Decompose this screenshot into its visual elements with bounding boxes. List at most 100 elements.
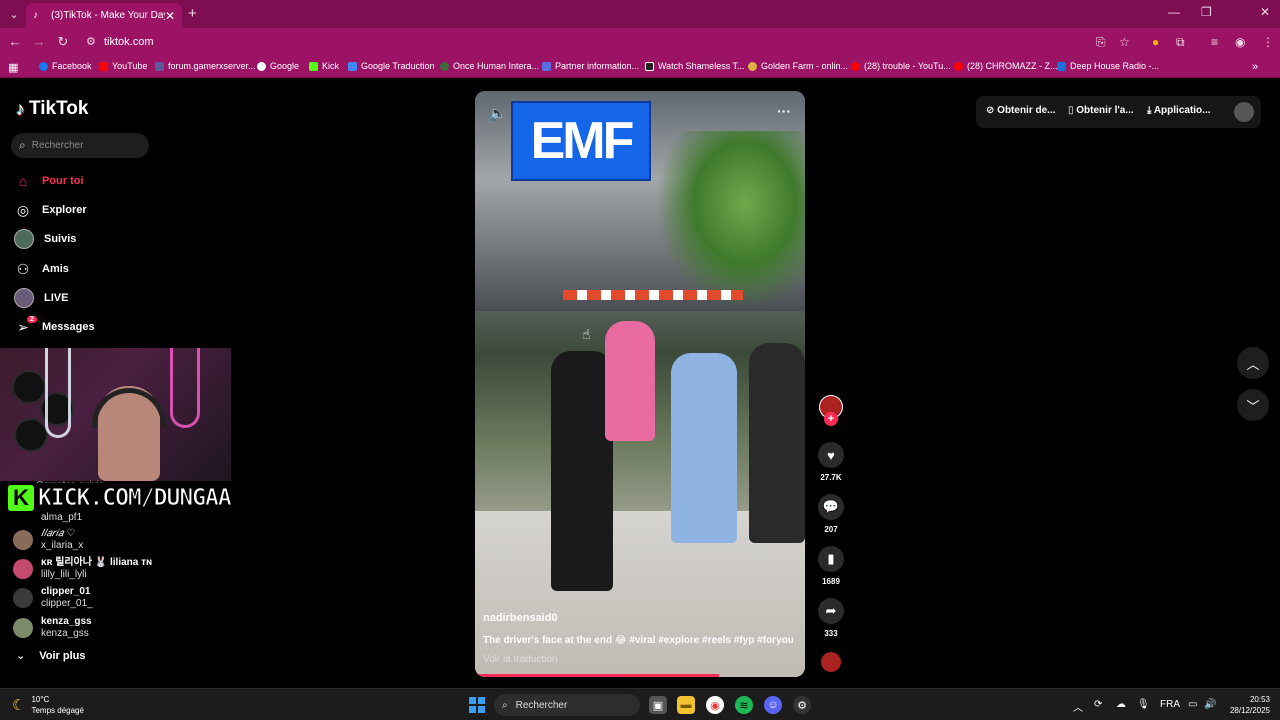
chrome-icon[interactable]: ◉ <box>706 696 724 714</box>
more-options-icon[interactable]: ··· <box>777 103 791 119</box>
new-tab-icon[interactable]: + <box>188 5 197 22</box>
tiktok-note-icon: ♪ <box>16 98 25 119</box>
radio-icon <box>1057 61 1066 71</box>
bookmark-google[interactable]: Google <box>257 61 299 71</box>
nav-for-you[interactable]: ⌂ Pour toi <box>14 170 84 192</box>
followed-account[interactable]: clipper_01 clipper_01_ <box>13 585 93 611</box>
bookmark-golden-farm[interactable]: Golden Farm - onlin... <box>748 61 848 71</box>
close-window-icon[interactable]: ✕ <box>1260 5 1270 19</box>
share-button[interactable]: ➦ 333 <box>816 598 846 638</box>
bookmark-once-human[interactable]: Once Human Intera... <box>440 61 539 71</box>
live-avatar-icon <box>14 288 34 308</box>
see-more-button[interactable]: ⌄ Voir plus <box>16 649 85 663</box>
bookmark-kick[interactable]: Kick <box>309 61 339 71</box>
nav-messages[interactable]: ➢ 2 Messages <box>14 315 95 338</box>
messages-send-icon: ➢ 2 <box>14 315 37 336</box>
search-icon: ⌕ <box>502 699 508 711</box>
tray-overflow-icon[interactable]: ︿ <box>1073 699 1083 714</box>
bookmark-chromazz[interactable]: (28) CHROMAZZ - Z... <box>954 61 1058 71</box>
volume-tray-icon[interactable]: 🔊 <box>1204 699 1216 710</box>
weather-widget[interactable]: ☾ 10°C Temps dégagé <box>12 694 84 716</box>
microphone-icon[interactable]: 🎙 <box>1137 699 1150 710</box>
bookmark-facebook[interactable]: Facebook <box>39 61 92 71</box>
creator-avatar[interactable]: + <box>816 395 846 426</box>
see-translation-link[interactable]: Voir la traduction <box>483 654 558 665</box>
clock[interactable]: 20:53 28/12/2025 <box>1226 694 1270 716</box>
next-video-button[interactable]: ﹀ <box>1237 389 1269 421</box>
reload-icon[interactable]: ↻ <box>51 34 75 50</box>
network-tray-icon[interactable]: ☁ <box>1116 699 1126 710</box>
browser-tab-strip: ⌄ ♪ (3)TikTok - Make Your Day ✕ + — ❐ ✕ <box>0 0 1280 28</box>
tiktok-page: ♪ TikTok ⌕ Rechercher ⌂ Pour toi ◎ Explo… <box>0 79 1280 688</box>
bookmark-forum[interactable]: forum.gamerxserver... <box>155 61 256 71</box>
volume-icon[interactable]: 🔈 <box>489 105 506 122</box>
back-icon[interactable]: ← <box>3 34 27 49</box>
chevron-down-icon: ⌄ <box>16 650 26 662</box>
tab-tiktok[interactable]: ♪ (3)TikTok - Make Your Day ✕ <box>26 3 182 28</box>
extensions-puzzle-icon[interactable]: ⧉ <box>1176 35 1185 50</box>
followed-account[interactable]: ᴋʀ 릴리아나 🐰 liliana ᴛɴ lilly_lili_lyli <box>13 556 152 582</box>
get-app-button[interactable]: ▯ Obtenir l'a... <box>1068 105 1134 116</box>
weather-condition: Temps dégagé <box>31 706 84 715</box>
spotify-icon[interactable]: ≋ <box>735 696 753 714</box>
profile-avatar[interactable] <box>1234 102 1254 122</box>
profile-icon[interactable]: ◉ <box>1235 35 1245 49</box>
video-author[interactable]: nadirbensaid0 <box>483 612 558 624</box>
bookmark-google-traduction[interactable]: Google Traduction <box>348 61 435 71</box>
nav-following[interactable]: Suivis <box>14 228 76 250</box>
nav-friends[interactable]: ⚇ Amis <box>14 258 69 280</box>
file-explorer-icon[interactable]: ▬ <box>677 696 695 714</box>
minimize-icon[interactable]: — <box>1168 5 1180 19</box>
top-right-actions: ⊘ Obtenir de... ▯ Obtenir l'a... ⤓ Appli… <box>976 96 1261 128</box>
bookmark-star-icon[interactable]: ☆ <box>1119 35 1130 49</box>
previous-video-button[interactable]: ︿ <box>1237 347 1269 379</box>
display-icon[interactable]: ▭ <box>1188 699 1197 710</box>
more-bookmarks-icon[interactable]: » <box>1252 61 1258 73</box>
language-indicator[interactable]: FRA <box>1160 699 1180 710</box>
nav-explore[interactable]: ◎ Explorer <box>14 199 87 221</box>
app-icon[interactable]: ⚙ <box>793 696 811 714</box>
tiktok-logo[interactable]: ♪ TikTok <box>16 98 88 120</box>
taskbar-search[interactable]: ⌕ Rechercher <box>494 694 640 716</box>
address-bar[interactable]: ⚙ tiktok.com <box>84 31 1144 53</box>
comment-button[interactable]: 💬 207 <box>816 494 846 534</box>
menu-kebab-icon[interactable]: ⋮ <box>1262 35 1274 49</box>
close-tab-icon[interactable]: ✕ <box>165 9 175 23</box>
apps-grid-icon[interactable]: ▦ <box>8 61 18 74</box>
like-button[interactable]: ♥ 27.7K <box>816 442 846 482</box>
get-coins-button[interactable]: ⊘ Obtenir de... <box>986 105 1056 116</box>
youtube-icon <box>99 61 108 71</box>
install-app-icon[interactable]: ⎘ <box>1096 35 1106 50</box>
music-disc[interactable] <box>816 652 846 672</box>
site-info-icon[interactable]: ⚙ <box>86 35 96 48</box>
bookmark-trouble[interactable]: (28) trouble - YouTu... <box>851 61 951 71</box>
discord-icon[interactable]: ☺ <box>764 696 782 714</box>
windows-start-icon[interactable] <box>469 697 485 713</box>
extension-icon[interactable]: ● <box>1152 35 1159 49</box>
bookmark-shameless[interactable]: Watch Shameless T... <box>645 61 745 71</box>
video-player[interactable]: EMF 🔈 ··· nadirbensaid0 The driver's fac… <box>475 91 805 677</box>
media-controls-icon[interactable]: ≡ <box>1211 35 1218 49</box>
nav-live[interactable]: LIVE <box>14 287 68 309</box>
save-button[interactable]: ▮ 1689 <box>816 546 846 586</box>
restore-icon[interactable]: ❐ <box>1201 5 1212 19</box>
sync-icon[interactable]: ⟳ <box>1094 699 1102 710</box>
bookmark-youtube[interactable]: YouTube <box>99 61 147 71</box>
desktop-app-button[interactable]: ⤓ Applicatio... <box>1147 105 1211 116</box>
windows-taskbar: ☾ 10°C Temps dégagé ⌕ Rechercher ▣ ▬ ◉ ≋… <box>0 688 1280 720</box>
search-input[interactable]: ⌕ Rechercher <box>11 133 149 158</box>
followed-account[interactable]: 𝐼𝑙𝑎𝑟𝑖𝑎 ♡ x_ilaria_x <box>13 527 83 553</box>
tab-search-icon[interactable]: ⌄ <box>0 0 28 28</box>
bookmark-deep-house[interactable]: Deep House Radio -... <box>1057 61 1159 71</box>
forward-icon[interactable]: → <box>27 34 51 49</box>
follow-plus-icon[interactable]: + <box>824 412 838 426</box>
task-view-icon[interactable]: ▣ <box>649 696 667 714</box>
bookmark-partner[interactable]: Partner information... <box>542 61 639 71</box>
neon-light <box>45 348 71 438</box>
google-icon <box>257 61 266 71</box>
logo-text: TikTok <box>29 98 89 119</box>
followed-account[interactable]: kenza_gss kenza_gss <box>13 615 92 641</box>
video-progress-bar[interactable] <box>475 674 720 677</box>
shameless-icon <box>645 61 654 71</box>
music-disc-icon <box>821 652 841 672</box>
